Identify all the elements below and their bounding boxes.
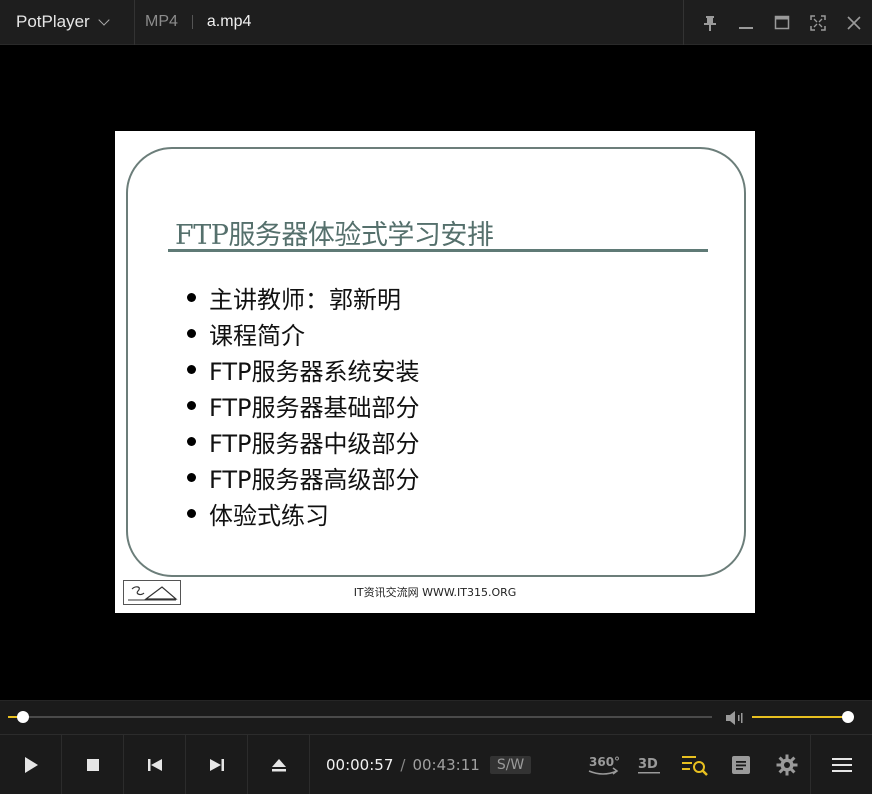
seek-bar-row bbox=[0, 700, 872, 734]
3d-button[interactable]: 3D bbox=[626, 735, 672, 794]
total-time: 00:43:11 bbox=[412, 755, 480, 774]
3d-icon: 3D bbox=[638, 757, 660, 774]
play-icon bbox=[24, 756, 38, 773]
close-icon bbox=[847, 15, 861, 30]
time-display: 00:00:57 / 00:43:11 S/W bbox=[310, 735, 532, 794]
pin-button[interactable] bbox=[692, 0, 728, 45]
bullet-item: FTP服务器中级部分 bbox=[187, 423, 420, 459]
minimize-icon bbox=[739, 26, 753, 29]
slide-title: FTP服务器体验式学习安排 bbox=[175, 220, 494, 251]
bullet-dot bbox=[187, 400, 196, 410]
close-button[interactable] bbox=[836, 0, 872, 45]
app-name: PotPlayer bbox=[16, 12, 90, 31]
main-menu-button[interactable]: PotPlayer bbox=[0, 0, 135, 45]
slide-footer: IT资讯交流网 WWW.IT315.ORG bbox=[353, 586, 517, 599]
maximize-icon bbox=[774, 15, 790, 29]
menu-button[interactable] bbox=[810, 735, 872, 794]
volume-icon bbox=[726, 711, 743, 725]
video-area[interactable]: FTP服务器体验式学习安排 主讲教师：郭新明 课程简介 FTP服务器系统安装 F… bbox=[0, 45, 872, 700]
bullet-dot bbox=[187, 292, 196, 302]
bullet-dot bbox=[187, 436, 196, 446]
chat-button[interactable] bbox=[718, 735, 764, 794]
volume-handle[interactable] bbox=[842, 711, 854, 723]
bullet-dot bbox=[187, 364, 196, 374]
video-frame-slide: FTP服务器体验式学习安排 主讲教师：郭新明 课程简介 FTP服务器系统安装 F… bbox=[115, 131, 755, 613]
bullet-dot bbox=[187, 328, 196, 338]
stop-button[interactable] bbox=[62, 734, 124, 794]
bullet-item: FTP服务器高级部分 bbox=[187, 459, 420, 495]
svg-text:3D: 3D bbox=[638, 757, 658, 772]
stop-icon bbox=[86, 758, 99, 771]
eject-button[interactable] bbox=[248, 734, 310, 794]
bullet-item: FTP服务器系统安装 bbox=[187, 351, 420, 387]
hamburger-menu-icon bbox=[831, 758, 852, 772]
svg-text:360°: 360° bbox=[589, 755, 620, 769]
right-controls: 360° 3D bbox=[580, 735, 872, 794]
title-underline bbox=[168, 249, 708, 252]
vr-360-icon: 360° bbox=[588, 755, 620, 775]
skip-previous-icon bbox=[147, 758, 162, 771]
current-time: 00:00:57 bbox=[326, 755, 394, 774]
bullet-item: 体验式练习 bbox=[187, 495, 420, 531]
skip-next-icon bbox=[209, 758, 224, 771]
title-divider bbox=[191, 15, 193, 29]
bullet-dot bbox=[187, 508, 196, 518]
fullscreen-icon bbox=[810, 14, 826, 31]
sw-decoder-badge[interactable]: S/W bbox=[489, 755, 532, 774]
window-controls bbox=[683, 0, 872, 45]
next-button[interactable] bbox=[186, 734, 248, 794]
preferences-button[interactable] bbox=[764, 735, 810, 794]
file-format-label: MP4 bbox=[145, 13, 178, 30]
volume-slider[interactable] bbox=[752, 711, 854, 723]
eject-icon bbox=[271, 758, 286, 771]
seek-slider[interactable] bbox=[8, 711, 712, 723]
bullet-item: 主讲教师：郭新明 bbox=[187, 279, 420, 315]
pin-icon bbox=[704, 15, 716, 31]
chevron-down-icon bbox=[98, 14, 110, 26]
gear-icon bbox=[776, 754, 798, 776]
file-name: a.mp4 bbox=[206, 13, 252, 30]
slide-bullet-list: 主讲教师：郭新明 课程简介 FTP服务器系统安装 FTP服务器基础部分 FTP服… bbox=[187, 279, 420, 531]
bullet-item: FTP服务器基础部分 bbox=[187, 387, 420, 423]
play-button[interactable] bbox=[0, 734, 62, 794]
bullet-item: 课程简介 bbox=[187, 315, 420, 351]
control-bar: 00:00:57 / 00:43:11 S/W 360° 3D bbox=[0, 734, 872, 794]
time-separator: / bbox=[400, 755, 406, 774]
seek-handle[interactable] bbox=[17, 711, 30, 723]
list-search-icon bbox=[682, 756, 708, 776]
vr-360-button[interactable]: 360° bbox=[580, 735, 626, 794]
fullscreen-button[interactable] bbox=[800, 0, 836, 45]
maximize-button[interactable] bbox=[764, 0, 800, 45]
title-bar: PotPlayer MP4 a.mp4 bbox=[0, 0, 872, 45]
playlist-search-button[interactable] bbox=[672, 735, 718, 794]
previous-button[interactable] bbox=[124, 734, 186, 794]
document-icon bbox=[732, 756, 750, 774]
minimize-button[interactable] bbox=[728, 0, 764, 45]
mute-button[interactable] bbox=[724, 709, 746, 727]
volume-level bbox=[752, 716, 848, 718]
bullet-dot bbox=[187, 472, 196, 482]
